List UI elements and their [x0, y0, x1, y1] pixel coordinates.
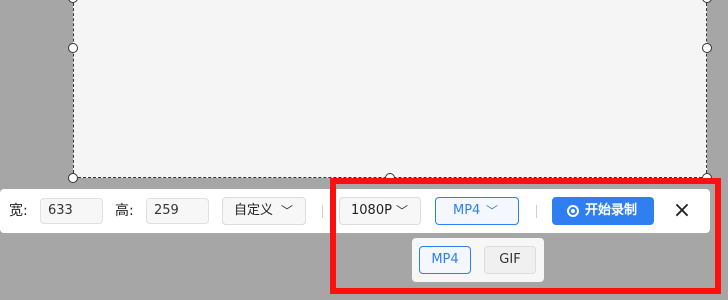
capture-region[interactable] [73, 0, 707, 178]
preset-value: 自定义 [234, 203, 274, 218]
start-recording-button[interactable]: 开始录制 [552, 197, 654, 225]
format-value: MP4 [453, 203, 481, 218]
resize-handle-bottom-right[interactable] [702, 173, 712, 183]
toolbar-divider [322, 205, 323, 218]
height-input[interactable]: 259 [146, 198, 209, 224]
resize-handle-bottom[interactable] [385, 173, 395, 183]
toolbar-divider [536, 205, 537, 218]
format-option-mp4[interactable]: MP4 [419, 246, 471, 274]
resize-handle-bottom-left[interactable] [68, 173, 78, 183]
resolution-dropdown[interactable]: 1080P ﹀ [339, 197, 421, 225]
resolution-value: 1080P [351, 203, 392, 218]
height-label: 高: [115, 203, 134, 219]
chevron-down-icon: ﹀ [281, 204, 294, 218]
start-recording-label: 开始录制 [585, 203, 638, 218]
format-menu: MP4 GIF [412, 238, 544, 282]
recording-toolbar: 宽: 633 高: 259 自定义 ﹀ 1080P ﹀ MP4 ﹀ 开始录制 × [0, 189, 710, 233]
chevron-down-icon: ﹀ [396, 204, 409, 218]
close-icon[interactable]: × [672, 200, 692, 222]
record-dot-icon [567, 205, 579, 217]
width-input[interactable]: 633 [40, 198, 103, 224]
format-option-gif[interactable]: GIF [484, 246, 536, 274]
preset-dropdown[interactable]: 自定义 ﹀ [222, 197, 306, 225]
resize-handle-left[interactable] [68, 43, 78, 53]
width-label: 宽: [9, 203, 28, 219]
chevron-down-icon: ﹀ [486, 204, 499, 218]
format-dropdown[interactable]: MP4 ﹀ [435, 197, 519, 225]
resize-handle-right[interactable] [702, 43, 712, 53]
